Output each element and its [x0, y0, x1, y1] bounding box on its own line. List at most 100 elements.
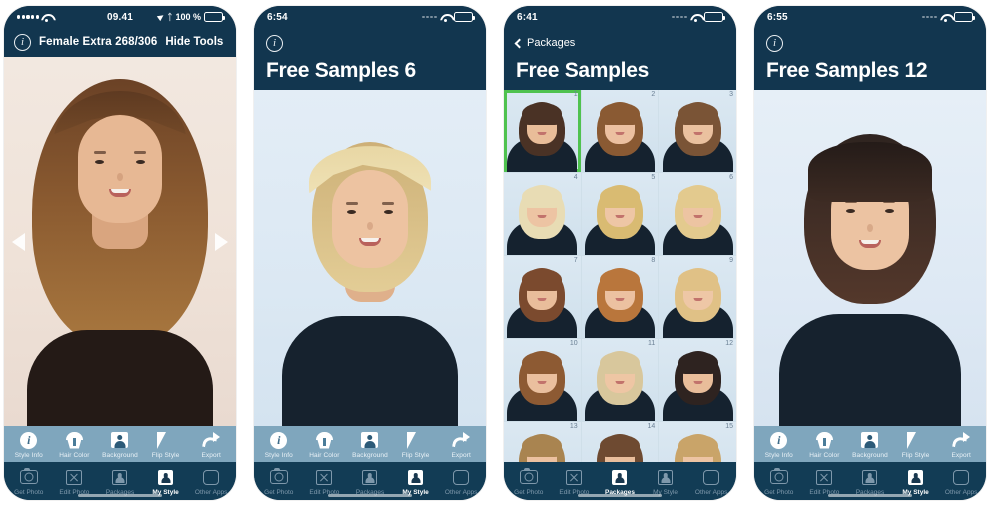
photo-area[interactable]: [754, 90, 986, 426]
photo-area[interactable]: [254, 90, 486, 426]
tab-packages[interactable]: Packages: [597, 467, 643, 496]
chevron-left-icon: [514, 38, 525, 48]
packages-icon: [112, 467, 128, 487]
tab-other-apps[interactable]: Other Apps: [438, 467, 484, 496]
nav-header: i Free Samples 6: [254, 28, 486, 91]
tool-flip-style[interactable]: Flip Style: [393, 430, 439, 459]
tab-edit-photo[interactable]: Edit Photo: [52, 467, 98, 496]
photo-area[interactable]: [4, 57, 236, 426]
hide-tools-button[interactable]: Hide Tools: [165, 36, 223, 48]
portrait-render: [4, 57, 236, 426]
sample-cell[interactable]: 6: [659, 173, 736, 256]
tool-style-info[interactable]: i Style Info: [756, 430, 802, 459]
tool-export[interactable]: Export: [938, 430, 984, 459]
sample-cell[interactable]: 1: [504, 90, 581, 173]
sample-number: 5: [651, 174, 656, 182]
arrow-right-icon[interactable]: [215, 232, 228, 251]
tool-hair-color[interactable]: Hair Color: [52, 430, 98, 459]
nav-header: i Female Extra 268/306 Hide Tools: [4, 28, 236, 57]
tool-export[interactable]: Export: [438, 430, 484, 459]
info-circle-icon[interactable]: i: [766, 34, 783, 52]
flip-triangle-icon: [406, 430, 425, 450]
tool-flip-style[interactable]: Flip Style: [893, 430, 939, 459]
status-bar: 6:55: [754, 6, 986, 28]
tab-my-style[interactable]: My Style: [643, 467, 689, 496]
tool-style-info[interactable]: i Style Info: [256, 430, 302, 459]
tool-label: Style Info: [14, 452, 43, 459]
flip-triangle-icon: [906, 430, 925, 450]
tab-my-style[interactable]: My Style: [393, 467, 439, 496]
tool-label: Style Info: [264, 452, 293, 459]
status-bar: 6:54: [254, 6, 486, 28]
packages-icon: [362, 467, 378, 487]
tab-my-style[interactable]: My Style: [143, 467, 189, 496]
tab-packages[interactable]: Packages: [847, 467, 893, 496]
sample-cell[interactable]: 4: [504, 173, 581, 256]
portrait-render: [254, 90, 486, 426]
status-bar: 6:41: [504, 6, 736, 28]
tool-style-info[interactable]: i Style Info: [6, 430, 52, 459]
sample-cell[interactable]: 10: [504, 339, 581, 422]
tab-label: Other Apps: [944, 489, 978, 496]
tab-edit-photo[interactable]: Edit Photo: [802, 467, 848, 496]
signal-dots-icon: [672, 15, 687, 19]
sample-cell[interactable]: 2: [581, 90, 659, 173]
tab-my-style[interactable]: My Style: [893, 467, 939, 496]
arrow-left-icon[interactable]: [12, 232, 25, 251]
tool-hair-color[interactable]: Hair Color: [802, 430, 848, 459]
tab-edit-photo[interactable]: Edit Photo: [302, 467, 348, 496]
screenshot-stage: 09.41 ᛏ 100 % i Female Extra 268/306 Hid…: [0, 0, 996, 506]
tool-background[interactable]: Background: [347, 430, 393, 459]
phone-panel-editor: 09.41 ᛏ 100 % i Female Extra 268/306 Hid…: [4, 6, 236, 500]
sample-cell[interactable]: 14: [581, 422, 659, 462]
style-photo: [4, 57, 236, 426]
tool-flip-style[interactable]: Flip Style: [143, 430, 189, 459]
sample-number: 6: [729, 174, 733, 182]
wifi-icon: [440, 13, 451, 22]
crop-arrows-icon: [566, 467, 583, 487]
sample-thumbnail: [659, 339, 736, 422]
tab-other-apps[interactable]: Other Apps: [188, 467, 234, 496]
sample-cell[interactable]: 15: [659, 422, 736, 462]
tool-label: Export: [201, 452, 221, 459]
sample-cell[interactable]: 13: [504, 422, 581, 462]
status-time: 6:41: [517, 11, 538, 23]
sample-cell[interactable]: 5: [581, 173, 659, 256]
tab-get-photo[interactable]: Get Photo: [756, 467, 802, 496]
tab-label: Other Apps: [444, 489, 478, 496]
info-circle-icon: i: [770, 430, 788, 450]
nav-header: Packages Free Samples: [504, 28, 736, 91]
tab-get-photo[interactable]: Get Photo: [506, 467, 552, 496]
sample-cell[interactable]: 3: [659, 90, 736, 173]
tab-packages[interactable]: Packages: [347, 467, 393, 496]
samples-grid-area[interactable]: 1 2 3 4 5 6 7 8 9 10 11 12 13 14 15: [504, 90, 736, 462]
phone-panel-free-samples-grid: 6:41 Packages Free Samples 1 2 3 4 5 6 7 8 9 10 11…: [504, 6, 736, 500]
tool-background[interactable]: Background: [847, 430, 893, 459]
tool-background[interactable]: Background: [97, 430, 143, 459]
tab-edit-photo[interactable]: Edit Photo: [552, 467, 598, 496]
sample-cell[interactable]: 7: [504, 256, 581, 339]
sample-cell[interactable]: 8: [581, 256, 659, 339]
status-time: 09.41: [106, 11, 134, 23]
tool-hair-color[interactable]: Hair Color: [302, 430, 348, 459]
sample-cell[interactable]: 9: [659, 256, 736, 339]
tool-label: Flip Style: [401, 452, 430, 459]
tool-export[interactable]: Export: [188, 430, 234, 459]
page-title: Female Extra 268/306: [39, 36, 158, 48]
sample-thumbnail: [659, 90, 736, 173]
samples-grid[interactable]: 1 2 3 4 5 6 7 8 9 10 11 12 13 14 15: [504, 90, 736, 462]
sample-cell[interactable]: 11: [581, 339, 659, 422]
tab-get-photo[interactable]: Get Photo: [6, 467, 52, 496]
back-button[interactable]: Packages: [514, 37, 575, 49]
tab-other-apps[interactable]: Other Apps: [688, 467, 734, 496]
paint-bucket-icon: [815, 430, 833, 450]
tab-label: Other Apps: [694, 489, 728, 496]
tab-other-apps[interactable]: Other Apps: [938, 467, 984, 496]
info-circle-icon[interactable]: i: [266, 34, 283, 52]
tab-packages[interactable]: Packages: [97, 467, 143, 496]
info-circle-icon[interactable]: i: [14, 33, 31, 51]
sample-cell[interactable]: 12: [659, 339, 736, 422]
sample-number: 2: [651, 91, 656, 99]
other-apps-icon: [203, 467, 220, 487]
tab-get-photo[interactable]: Get Photo: [256, 467, 302, 496]
